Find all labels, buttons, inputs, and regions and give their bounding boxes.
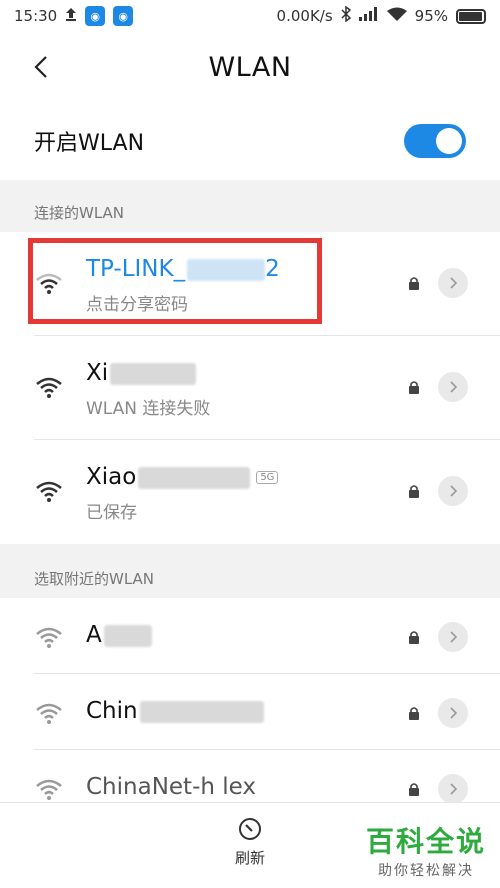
network-detail-button[interactable]	[438, 268, 468, 298]
network-name-text: Chin	[86, 698, 138, 724]
network-status: WLAN 连接失败	[86, 399, 211, 419]
band-5g-badge: 5G	[256, 471, 279, 484]
network-row-nearby[interactable]: A	[34, 598, 500, 674]
redacted-text	[187, 258, 266, 281]
network-name: Xiao 5G	[86, 464, 279, 490]
network-row-connected[interactable]: TP-LINK_ 2 点击分享密码	[34, 232, 500, 336]
network-name-text: Xi	[86, 360, 109, 386]
network-name: A	[86, 622, 152, 648]
status-bar: 15:30 ◉ ◉ 0.00K/s 95%	[0, 0, 500, 32]
network-name: Xi	[86, 360, 197, 386]
network-name-text: Xiao	[86, 464, 137, 490]
connected-section-header: 连接的WLAN	[0, 180, 500, 232]
network-row-nearby[interactable]: ChinaNet-h lex	[34, 750, 500, 802]
wlan-toggle-switch[interactable]	[404, 124, 466, 158]
refresh-button[interactable]: 刷新	[222, 817, 278, 877]
network-row-saved[interactable]: Xiao 5G 已保存	[34, 440, 500, 544]
lock-icon	[409, 277, 419, 290]
battery-icon	[456, 8, 486, 24]
redacted-text	[139, 700, 264, 723]
chevron-right-icon	[450, 631, 457, 643]
network-detail-button[interactable]	[438, 476, 468, 506]
watermark-sub: 助你轻松解决	[377, 863, 474, 879]
network-name: Chin	[86, 698, 264, 724]
chevron-right-icon	[450, 277, 457, 289]
network-status: 点击分享密码	[86, 295, 188, 315]
network-speed: 0.00K/s	[276, 7, 333, 25]
network-detail-button[interactable]	[438, 774, 468, 802]
refresh-label: 刷新	[234, 849, 265, 867]
network-name-text: TP-LINK_	[86, 256, 186, 282]
wifi-signal-icon	[36, 377, 62, 398]
redacted-text	[103, 624, 152, 647]
chevron-right-icon	[450, 707, 457, 719]
wlan-toggle-label: 开启WLAN	[34, 131, 145, 156]
status-time: 15:30	[14, 7, 58, 25]
lock-icon	[409, 707, 419, 720]
back-button[interactable]	[26, 52, 56, 82]
network-row-nearby[interactable]: Chin	[34, 674, 500, 750]
page-title: WLAN	[208, 51, 292, 83]
network-detail-button[interactable]	[438, 372, 468, 402]
chevron-right-icon	[450, 783, 457, 795]
switch-knob	[436, 128, 462, 154]
network-name: ChinaNet-h lex	[86, 774, 257, 800]
watermark-logo: 百科全说 助你轻松解决	[366, 820, 486, 880]
app-notification-icon: ◉	[85, 6, 106, 26]
watermark-main: 百科全说	[365, 825, 486, 858]
chevron-left-icon	[34, 56, 47, 78]
lock-icon	[409, 485, 419, 498]
redacted-text	[138, 466, 251, 489]
battery-percent: 95%	[414, 7, 448, 25]
upload-icon	[65, 7, 77, 25]
network-detail-button[interactable]	[438, 698, 468, 728]
redacted-text	[110, 362, 197, 385]
nearby-network-list: A Chin ChinaNet-h lex	[0, 598, 500, 802]
network-name-suffix: 2	[265, 256, 280, 282]
app-notification-icon: ◉	[113, 6, 134, 26]
network-detail-button[interactable]	[438, 622, 468, 652]
chevron-right-icon	[450, 485, 457, 497]
wifi-signal-icon	[36, 481, 62, 502]
lock-icon	[409, 783, 419, 796]
signal-icon	[358, 7, 379, 25]
network-name-text: A	[86, 622, 102, 648]
header: WLAN	[0, 32, 500, 102]
wifi-status-icon	[386, 7, 407, 26]
network-name: TP-LINK_ 2	[86, 256, 280, 282]
wifi-signal-icon	[36, 627, 62, 648]
connected-network-list: TP-LINK_ 2 点击分享密码 Xi WLAN 连接失败 Xiao 5G 已保存	[0, 232, 500, 544]
wifi-signal-icon	[36, 703, 62, 724]
bottom-action-bar: 刷新 百科全说 助你轻松解决	[0, 802, 500, 888]
lock-icon	[409, 631, 419, 644]
network-status: 已保存	[86, 503, 137, 523]
network-row-saved[interactable]: Xi WLAN 连接失败	[34, 336, 500, 440]
bluetooth-icon	[341, 5, 351, 26]
wlan-toggle-row[interactable]: 开启WLAN	[0, 102, 500, 180]
refresh-icon	[239, 818, 261, 840]
lock-icon	[409, 381, 419, 394]
wifi-signal-icon	[36, 273, 62, 294]
nearby-section-header: 选取附近的WLAN	[0, 546, 500, 598]
battery-fill	[459, 11, 482, 21]
wifi-signal-icon	[36, 779, 62, 800]
chevron-right-icon	[450, 381, 457, 393]
